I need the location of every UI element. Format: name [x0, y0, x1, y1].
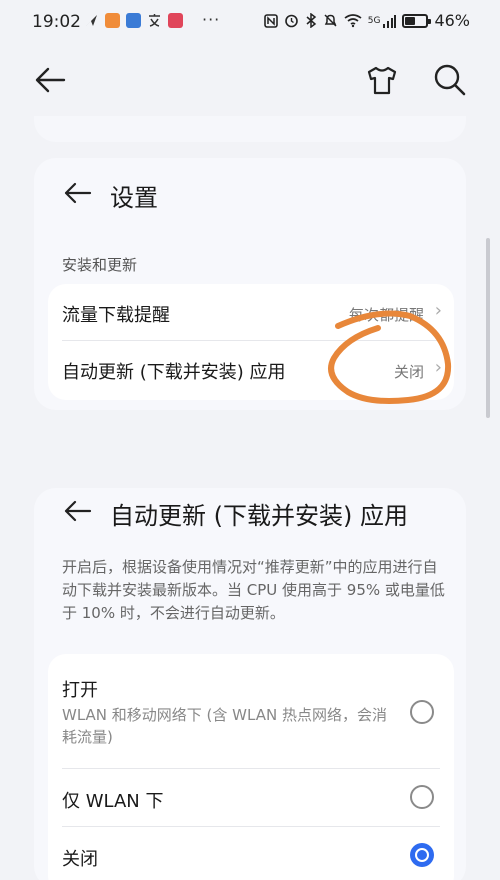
bluetooth-icon	[306, 13, 316, 28]
alarm-icon	[284, 14, 298, 28]
network-type: 5G	[367, 15, 381, 26]
list-item-label: 自动更新 (下载并安装) 应用	[62, 362, 286, 383]
options-list: 打开 WLAN 和移动网络下 (含 WLAN 热点网络，会消耗流量) 仅 WLA…	[48, 654, 454, 880]
app-notification-icon	[126, 13, 141, 28]
arrow-left-icon	[64, 500, 92, 522]
back-button[interactable]	[30, 60, 70, 100]
search-icon	[434, 64, 466, 96]
battery-level	[405, 16, 415, 25]
nfc-icon	[263, 13, 278, 28]
search-button[interactable]	[430, 60, 470, 100]
status-icons: 5G 46%	[263, 11, 470, 30]
battery-icon	[402, 13, 432, 28]
radio-button-selected[interactable]	[410, 843, 434, 867]
translate-icon	[149, 14, 160, 27]
radio-button[interactable]	[410, 785, 434, 809]
option-off[interactable]: 关闭	[48, 827, 454, 880]
theme-button[interactable]	[362, 60, 402, 100]
scrollbar[interactable]	[486, 238, 490, 418]
app-notification-icon	[105, 13, 120, 28]
page-title: 自动更新 (下载并安装) 应用	[110, 502, 408, 530]
arrow-left-icon	[64, 182, 92, 204]
mute-bell-icon	[324, 14, 337, 27]
option-label: 仅 WLAN 下	[62, 791, 164, 812]
arrow-left-icon	[35, 67, 66, 93]
page-title: 设置	[110, 184, 158, 212]
battery-percent: 46%	[434, 11, 470, 30]
annotation-circle	[328, 310, 452, 404]
nav-arrow-icon	[86, 15, 97, 26]
previous-card-stub	[34, 116, 466, 142]
list-item-label: 流量下载提醒	[62, 305, 170, 326]
radio-button[interactable]	[410, 700, 434, 724]
wifi-icon	[344, 14, 362, 28]
notification-icons	[84, 13, 183, 28]
signal-icon	[383, 14, 397, 28]
status-bar: 19:02 ··· 5G 46%	[0, 0, 500, 46]
app-notification-icon	[168, 13, 183, 28]
auto-update-back-button[interactable]	[60, 494, 94, 528]
option-label: 关闭	[62, 849, 98, 870]
settings-back-button[interactable]	[60, 176, 94, 210]
option-on[interactable]: 打开 WLAN 和移动网络下 (含 WLAN 热点网络，会消耗流量)	[48, 654, 454, 768]
tshirt-icon	[367, 66, 397, 95]
auto-update-panel: 自动更新 (下载并安装) 应用 开启后，根据设备使用情况对“推荐更新”中的应用进…	[34, 488, 466, 880]
option-wlan-only[interactable]: 仅 WLAN 下	[48, 769, 454, 826]
option-description: WLAN 和移动网络下 (含 WLAN 热点网络，会消耗流量)	[62, 706, 387, 746]
section-header: 安装和更新	[62, 256, 138, 274]
description: 开启后，根据设备使用情况对“推荐更新”中的应用进行自动下载并安装最新版本。当 C…	[62, 558, 445, 622]
status-time: 19:02	[32, 12, 81, 32]
option-label: 打开	[62, 680, 98, 701]
more-notifications: ···	[202, 10, 221, 29]
